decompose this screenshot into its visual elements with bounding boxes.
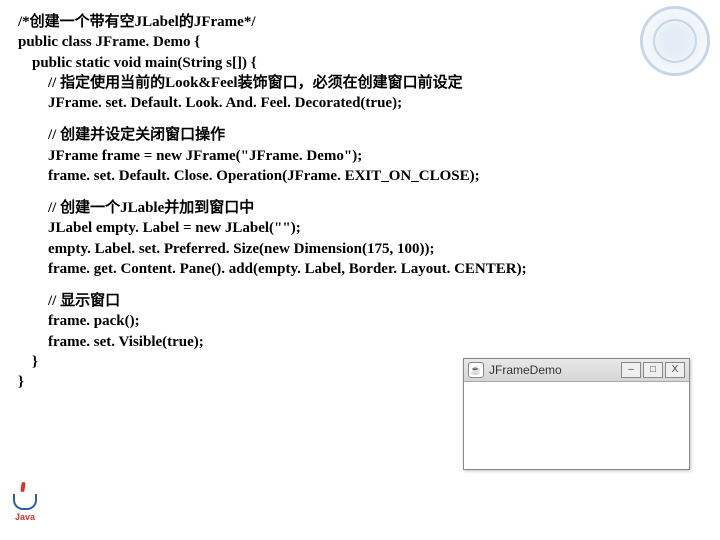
code-line: JFrame frame = new JFrame("JFrame. Demo"… [18, 146, 702, 166]
university-seal [640, 6, 710, 76]
close-button[interactable]: X [665, 362, 685, 378]
window-title: JFrameDemo [489, 363, 562, 377]
code-comment: // 创建并设定关闭窗口操作 [18, 125, 702, 145]
code-comment: // 显示窗口 [18, 291, 702, 311]
java-logo-text: Java [10, 512, 40, 522]
code-comment-top: /*创建一个带有空JLabel的JFrame*/ [18, 12, 702, 32]
window-titlebar[interactable]: ☕ JFrameDemo – □ X [464, 359, 689, 382]
code-line: frame. set. Default. Close. Operation(JF… [18, 166, 702, 186]
code-comment: // 指定使用当前的Look&Feel装饰窗口，必须在创建窗口前设定 [18, 73, 702, 93]
code-line: frame. get. Content. Pane(). add(empty. … [18, 259, 702, 279]
java-cup-icon [13, 494, 37, 510]
minimize-button[interactable]: – [621, 362, 641, 378]
code-line: public static void main(String s[]) { [18, 53, 702, 73]
jframe-demo-window: ☕ JFrameDemo – □ X [463, 358, 690, 470]
maximize-button[interactable]: □ [643, 362, 663, 378]
java-icon: ☕ [468, 362, 484, 378]
code-line: public class JFrame. Demo { [18, 32, 702, 52]
java-logo: Java [10, 494, 40, 532]
code-line: empty. Label. set. Preferred. Size(new D… [18, 239, 702, 259]
code-line: JLabel empty. Label = new JLabel(""); [18, 218, 702, 238]
code-line: frame. pack(); [18, 311, 702, 331]
code-line: JFrame. set. Default. Look. And. Feel. D… [18, 93, 702, 113]
code-comment: // 创建一个JLable并加到窗口中 [18, 198, 702, 218]
code-line: frame. set. Visible(true); [18, 332, 702, 352]
